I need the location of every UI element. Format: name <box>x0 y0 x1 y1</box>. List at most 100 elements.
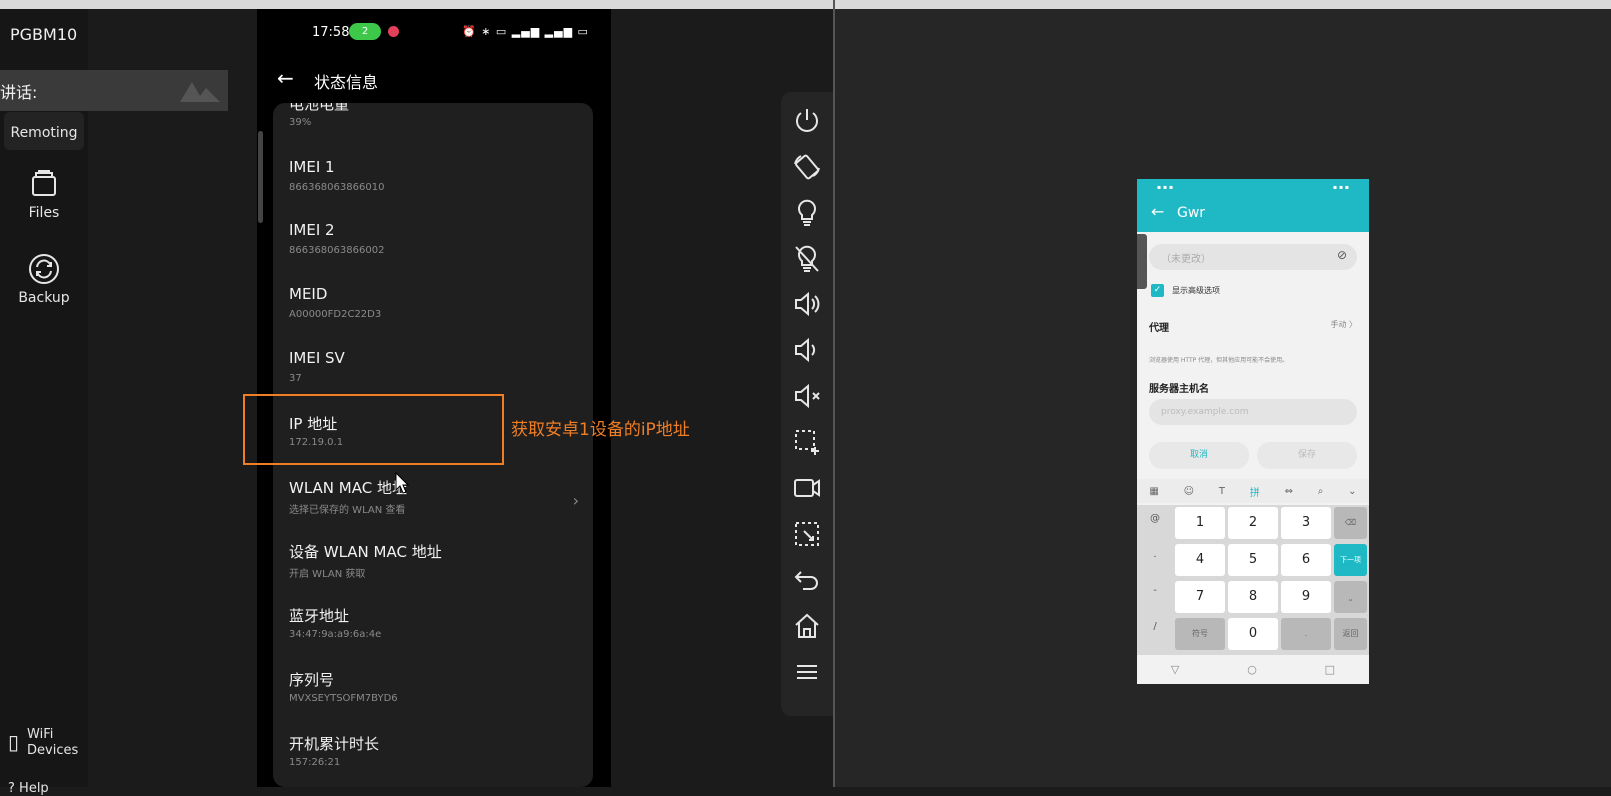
collapse-icon[interactable]: ⌄ <box>1348 486 1356 497</box>
nav-home-icon[interactable]: ○ <box>1247 663 1257 676</box>
list-item: IMEI 1 866368063866010 <box>273 158 593 222</box>
scrollbar[interactable] <box>258 131 263 223</box>
talk-bar: 讲话: <box>0 70 228 111</box>
status-time: 17:58 <box>312 25 350 40</box>
search-icon[interactable]: ⌕ <box>1318 486 1324 497</box>
emoji-icon[interactable]: ☺ <box>1184 486 1194 497</box>
nav-backup[interactable]: Backup <box>0 252 88 306</box>
key-4[interactable]: 4 <box>1175 544 1225 576</box>
device-control-strip <box>781 92 833 716</box>
help-link[interactable]: ? Help <box>8 781 49 796</box>
mini-advanced-label: 显示高级选项 <box>1172 286 1220 295</box>
mute-button[interactable] <box>791 380 823 412</box>
row-title: 电池电量 <box>289 103 350 113</box>
nav-recents-icon[interactable]: □ <box>1325 663 1335 676</box>
list-item: IMEI 2 866368063866002 <box>273 221 593 285</box>
row-title: MEID <box>289 285 328 303</box>
row-value: 157:26:21 <box>289 757 341 768</box>
nav-files[interactable]: Files <box>0 167 88 221</box>
screen-on-button[interactable] <box>791 196 823 228</box>
grid-icon[interactable]: ▦ <box>1149 486 1158 497</box>
row-value: 866368063866010 <box>289 182 385 193</box>
row-value: 开启 WLAN 获取 <box>289 569 366 580</box>
key-8[interactable]: 8 <box>1228 581 1278 613</box>
back-button[interactable] <box>791 564 823 596</box>
phone-status-bar: 17:58 2 ⏰ ∗ ▭ ▂▄▆ ▂▄▆ ▭ <box>257 9 611 55</box>
row-title: IMEI SV <box>289 349 345 367</box>
mini-password-field[interactable]: （未更改） ⊘ <box>1149 244 1357 270</box>
side-key[interactable]: @ <box>1143 513 1167 524</box>
space-key-icon[interactable]: ⎵ <box>1334 581 1367 613</box>
return-key[interactable]: 返回 <box>1334 618 1367 650</box>
screen-off-button[interactable] <box>791 242 823 274</box>
list-item: 序列号 MVXSEYTSOFM7BYD6 <box>273 669 593 733</box>
key-6[interactable]: 6 <box>1281 544 1331 576</box>
key-7[interactable]: 7 <box>1175 581 1225 613</box>
next-key[interactable]: 下一项 <box>1334 544 1367 576</box>
mini-password-placeholder: （未更改） <box>1161 254 1211 265</box>
row-value: 37 <box>289 373 302 384</box>
mini-cancel-button[interactable]: 取消 <box>1149 442 1249 469</box>
list-item: MEID A00000FD2C22D3 <box>273 285 593 349</box>
key-2[interactable]: 2 <box>1228 507 1278 539</box>
side-key[interactable]: . <box>1143 549 1167 560</box>
cursor-move-icon[interactable]: ⇔ <box>1285 486 1293 497</box>
mini-back-arrow-icon[interactable]: ← <box>1151 202 1164 221</box>
rotate-button[interactable] <box>791 150 823 182</box>
nav-remoting[interactable]: Remoting <box>4 112 84 150</box>
side-key[interactable]: - <box>1143 585 1167 596</box>
symbol-key[interactable]: 符号 <box>1175 618 1225 650</box>
text-icon[interactable]: T <box>1219 486 1225 497</box>
delete-key-icon[interactable]: ⌫ <box>1334 507 1367 539</box>
mouse-cursor-icon <box>395 472 409 494</box>
window-top-bar <box>0 0 1611 9</box>
key-1[interactable]: 1 <box>1175 507 1225 539</box>
pinyin-icon[interactable]: 拼 <box>1250 484 1260 499</box>
crop-button[interactable] <box>791 518 823 550</box>
row-value: 39% <box>289 117 312 128</box>
notification-dot-icon <box>388 26 399 37</box>
record-button[interactable] <box>791 472 823 504</box>
speech-wave-icon <box>180 82 220 102</box>
side-key[interactable]: / <box>1143 621 1167 632</box>
phone-nav-bar: ← 状态信息 <box>257 57 611 103</box>
mini-title: Gwr <box>1177 205 1206 221</box>
key-0[interactable]: 0 <box>1228 618 1278 650</box>
second-phone-mirror[interactable]: ▪ ▪ ▪ ▪ ▪ ▪ ← Gwr （未更改） ⊘ ✓ 显示高级选项 代理 手动 … <box>1137 179 1369 684</box>
row-title: IMEI 1 <box>289 158 335 176</box>
key-9[interactable]: 9 <box>1281 581 1331 613</box>
key-5[interactable]: 5 <box>1228 544 1278 576</box>
key-3[interactable]: 3 <box>1281 507 1331 539</box>
help-label: Help <box>19 781 49 796</box>
screenshot-button[interactable] <box>791 426 823 458</box>
volume-up-button[interactable] <box>791 288 823 320</box>
mini-host-input[interactable]: proxy.example.com <box>1149 399 1357 425</box>
page-title: 状态信息 <box>314 73 379 92</box>
rotate-icon <box>794 154 820 180</box>
home-button[interactable] <box>791 610 823 642</box>
mini-advanced-checkbox[interactable]: ✓ <box>1151 284 1164 297</box>
dot-key[interactable]: . <box>1281 618 1331 650</box>
row-title: IMEI 2 <box>289 221 335 239</box>
mini-system-nav: ▽ ○ □ <box>1137 655 1369 684</box>
back-arrow-icon[interactable]: ← <box>277 66 294 90</box>
menu-button[interactable] <box>791 656 823 688</box>
eye-off-icon[interactable]: ⊘ <box>1337 248 1347 262</box>
back-icon <box>794 571 818 590</box>
list-item: 蓝牙地址 34:47:9a:a9:6a:4e <box>273 605 593 669</box>
volume-down-icon <box>795 337 816 363</box>
wifi-devices-link[interactable]: ▯ WiFi Devices <box>8 727 78 759</box>
mini-proxy-value[interactable]: 手动 〉 <box>1330 319 1357 330</box>
list-item: 电池电量 39% <box>273 103 593 157</box>
crop-icon <box>795 522 819 546</box>
mini-numeric-keyboard: @ . - / 1 2 3 ⌫ 4 5 6 下一项 7 8 9 ⎵ 符号 0 .… <box>1137 505 1369 655</box>
row-title: 设备 WLAN MAC 地址 <box>289 543 442 561</box>
power-button[interactable] <box>791 104 823 136</box>
mini-save-button[interactable]: 保存 <box>1257 442 1357 469</box>
nav-back-icon[interactable]: ▽ <box>1171 663 1179 676</box>
mini-edge-handle <box>1137 234 1147 289</box>
device-name: PGBM10 <box>10 25 78 44</box>
list-item-wlan-mac[interactable]: WLAN MAC 地址 选择已保存的 WLAN 查看 › <box>273 477 593 541</box>
volume-down-button[interactable] <box>791 334 823 366</box>
call-pill: 2 <box>349 23 381 40</box>
